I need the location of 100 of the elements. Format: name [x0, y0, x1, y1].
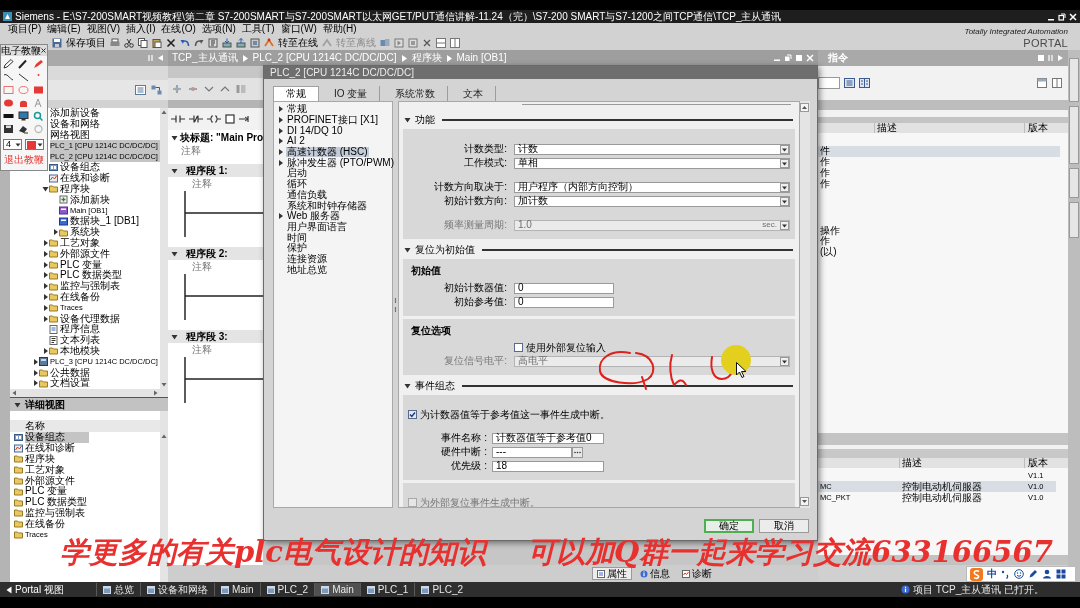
list-view-icon[interactable]	[135, 85, 146, 95]
nav-item[interactable]: 保护	[286, 242, 308, 254]
rectangle-icon[interactable]	[3, 85, 14, 95]
exit-link[interactable]: 退出教鞭	[4, 155, 44, 165]
detail-item[interactable]: 外部源文件	[25, 475, 77, 486]
nav-item[interactable]: AI 2	[286, 136, 306, 147]
expanded-arrow-icon[interactable]	[42, 184, 49, 193]
instruction-row[interactable]: 操作	[818, 225, 1060, 236]
save-icon[interactable]	[52, 37, 62, 48]
split-horizontal-icon[interactable]	[436, 37, 446, 48]
dropdown[interactable]: 计数	[514, 143, 790, 155]
detail-item[interactable]: 监控与强制表	[25, 507, 87, 519]
nav-item[interactable]: 用户界面语言	[286, 221, 348, 233]
tree-item[interactable]: PLC 数据类型	[60, 269, 125, 281]
section-title[interactable]: 功能	[415, 115, 435, 125]
detail-item[interactable]: 程序块	[25, 453, 57, 465]
start-cpu-icon[interactable]	[394, 37, 404, 48]
nav-item[interactable]: 地址总览	[286, 264, 328, 275]
nav-item[interactable]: 启动	[286, 168, 308, 179]
panel-grip-icon[interactable]	[148, 54, 154, 62]
tree-item[interactable]: PLC 变量	[60, 259, 105, 270]
nav-item[interactable]: 常规	[286, 104, 308, 115]
tree-item[interactable]: 监控与强制表	[60, 280, 122, 292]
close-icon[interactable]	[41, 48, 46, 53]
input-mode-toggle[interactable]: 中	[987, 569, 997, 579]
scroll-up-icon[interactable]	[160, 432, 168, 440]
simulation-icon[interactable]	[250, 37, 260, 48]
instruction-row[interactable]: 作	[818, 167, 1060, 179]
section-title[interactable]: 复位为初始值	[415, 245, 475, 255]
menu-item[interactable]: 在线(O)	[161, 24, 196, 34]
window-layout-icon[interactable]	[1037, 78, 1047, 88]
text-input[interactable]: 18	[492, 460, 604, 472]
tree-item[interactable]: 文档设置	[50, 377, 92, 389]
scrollbar[interactable]	[160, 108, 168, 389]
instruction-row[interactable]: 件	[818, 146, 1060, 157]
dialog-button[interactable]: 取消	[759, 519, 809, 533]
collapsed-arrow-icon[interactable]	[32, 357, 39, 366]
split-vertical-icon[interactable]	[450, 37, 460, 48]
inspector-tab[interactable]: 属性	[592, 567, 632, 580]
pen-icon[interactable]	[1028, 569, 1038, 579]
tree-item[interactable]: 工艺对象	[60, 237, 102, 249]
collapsed-arrow-icon[interactable]	[277, 158, 284, 167]
expanded-arrow-icon[interactable]	[14, 400, 21, 409]
tree-item[interactable]: 程序块	[60, 183, 92, 195]
tree-item[interactable]: 程序信息	[60, 323, 102, 335]
dialog-button[interactable]: 确定	[704, 519, 754, 533]
user-icon[interactable]	[1042, 569, 1052, 579]
line-width-dropdown[interactable]: 4	[3, 139, 22, 150]
tree-item[interactable]: 本地模块	[60, 345, 102, 357]
expanded-arrow-icon[interactable]	[404, 116, 411, 124]
normally-open-contact-icon[interactable]	[171, 115, 185, 123]
go-online-icon[interactable]	[264, 37, 274, 48]
restore-icon[interactable]	[1058, 12, 1066, 21]
punctuation-icon[interactable]	[1001, 569, 1010, 579]
tree-item[interactable]: 系统块	[70, 226, 102, 238]
nav-item[interactable]: 通信负载	[286, 189, 328, 201]
redo-icon[interactable]	[194, 37, 204, 48]
collapsed-arrow-icon[interactable]	[42, 271, 49, 280]
pencil-icon[interactable]	[3, 59, 14, 69]
cut-icon[interactable]	[124, 37, 134, 48]
open-branch-icon[interactable]	[239, 115, 251, 123]
menu-item[interactable]: 选项(N)	[201, 24, 236, 34]
detail-view-icon[interactable]	[859, 78, 870, 88]
nav-item[interactable]: 连接资源	[286, 253, 328, 265]
delete-icon[interactable]	[166, 37, 176, 48]
checkbox[interactable]	[514, 343, 523, 352]
editor-tab[interactable]: Main	[314, 583, 360, 596]
window-layout-icon[interactable]	[1052, 78, 1062, 88]
toolbar-label[interactable]: 保存项目	[66, 37, 106, 48]
screen-icon[interactable]	[18, 111, 29, 121]
tree-item[interactable]: 网络视图	[50, 129, 92, 141]
save-icon[interactable]	[3, 124, 14, 134]
nav-item[interactable]: 循环	[286, 178, 308, 190]
tree-item[interactable]: 添加新块	[70, 194, 112, 206]
collapsed-arrow-icon[interactable]	[32, 379, 39, 388]
scrollbar[interactable]	[800, 101, 810, 508]
collapsed-arrow-icon[interactable]	[42, 346, 49, 355]
collapsed-arrow-icon[interactable]	[42, 314, 49, 323]
detail-item[interactable]: PLC 数据类型	[25, 496, 90, 508]
expanded-arrow-icon[interactable]	[171, 134, 178, 142]
collapsed-arrow-icon[interactable]	[277, 148, 284, 157]
detail-item[interactable]: 在线备份	[25, 518, 67, 530]
print-icon[interactable]	[110, 37, 120, 48]
collapsed-arrow-icon[interactable]	[42, 238, 49, 247]
detail-item[interactable]: PLC 变量	[25, 486, 70, 497]
collapsed-arrow-icon[interactable]	[52, 228, 59, 237]
dropdown[interactable]: 单相	[514, 157, 790, 169]
tree-item[interactable]: 外部源文件	[60, 248, 112, 260]
text-input[interactable]: 0	[514, 296, 614, 308]
collapsed-arrow-icon[interactable]	[277, 126, 284, 135]
pen-icon[interactable]	[18, 59, 29, 69]
tree-item[interactable]: 公共数据	[50, 367, 92, 378]
empty-box-icon[interactable]	[225, 114, 235, 124]
marker-icon[interactable]	[33, 59, 44, 69]
menu-item[interactable]: 帮助(H)	[322, 24, 357, 34]
tree-item[interactable]: 文本列表	[60, 334, 102, 346]
checkbox[interactable]	[408, 410, 417, 419]
expanded-arrow-icon[interactable]	[404, 246, 411, 254]
filled-rectangle-icon[interactable]	[33, 85, 44, 95]
filled-ellipse-icon[interactable]	[3, 98, 14, 108]
